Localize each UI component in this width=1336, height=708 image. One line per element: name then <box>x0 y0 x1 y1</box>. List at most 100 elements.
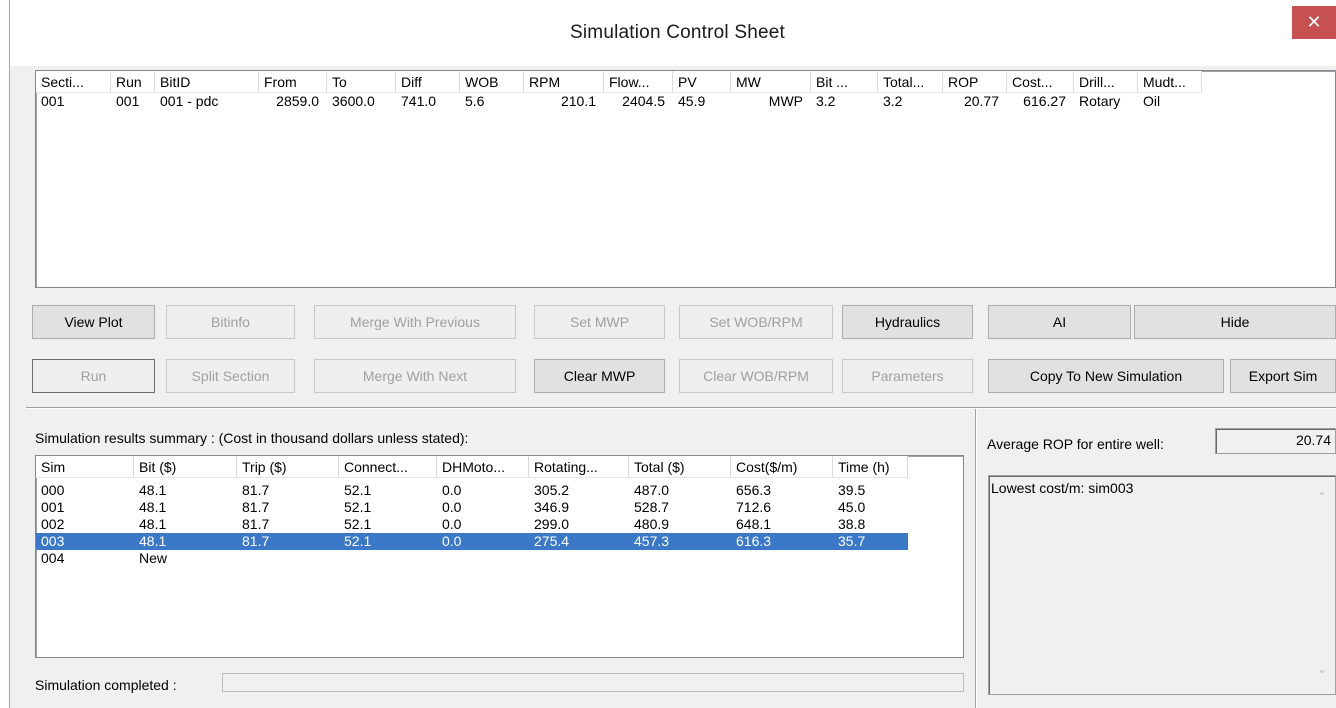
result-cell: 002 <box>41 516 65 532</box>
result-cell: 299.0 <box>534 516 570 532</box>
section-cell: 616.27 <box>1023 93 1066 109</box>
section-column-header[interactable]: Diff <box>396 71 460 93</box>
simulation-results-table[interactable]: Sim Bit ($) Trip ($) Connect... DHMoto... Rot… <box>35 455 964 658</box>
section-cell: Rotary <box>1079 93 1121 109</box>
merge-with-previous-button[interactable]: Merge With Previous <box>314 305 516 339</box>
result-column-header[interactable]: Total ($) <box>629 456 731 478</box>
result-cell: 487.0 <box>634 482 670 498</box>
results-table-header: Sim Bit ($) Trip ($) Connect... DHMoto... Rot… <box>36 456 908 478</box>
result-row[interactable]: 000 48.1 81.7 52.1 0.0 305.2 487.0 656.3 39.5 <box>36 482 908 499</box>
result-cell: 81.7 <box>242 499 270 515</box>
section-cell: 2404.5 <box>622 93 665 109</box>
result-cell: 0.0 <box>442 533 462 549</box>
section-cell: 210.1 <box>560 93 596 109</box>
result-cell: 52.1 <box>344 482 372 498</box>
result-cell: 35.7 <box>838 533 866 549</box>
result-column-header[interactable]: Bit ($) <box>134 456 237 478</box>
avg-rop-label: Average ROP for entire well: <box>987 436 1164 452</box>
sections-table[interactable]: Secti... Run BitID From To Diff WOB RPM Flow... P… <box>35 70 1336 288</box>
section-cell: 741.0 <box>401 93 437 109</box>
copy-to-new-simulation-button[interactable]: Copy To New Simulation <box>988 359 1224 393</box>
section-column-header[interactable]: Mudt... <box>1138 71 1202 93</box>
section-column-header[interactable]: BitID <box>155 71 259 93</box>
clear-wob-rpm-button[interactable]: Clear WOB/RPM <box>679 359 833 393</box>
result-cell <box>833 550 908 567</box>
result-cell: 52.1 <box>344 516 372 532</box>
section-column-header[interactable]: Flow... <box>604 71 673 93</box>
result-cell: 48.1 <box>139 482 167 498</box>
result-cell: 45.0 <box>838 499 866 515</box>
close-icon: ✕ <box>1306 12 1322 32</box>
section-cell: 45.9 <box>678 93 706 109</box>
result-row[interactable]: 001 48.1 81.7 52.1 0.0 346.9 528.7 712.6 45.0 <box>36 499 908 516</box>
result-column-header[interactable]: Rotating... <box>529 456 629 478</box>
scroll-up-icon[interactable]: ⌃ <box>1317 490 1327 504</box>
simulation-control-window: Simulation Control Sheet ✕ Secti... Run Bi… <box>9 0 1336 708</box>
result-column-header[interactable]: Time (h) <box>833 456 908 478</box>
section-cell: 5.6 <box>465 93 485 109</box>
result-cell: 81.7 <box>242 482 270 498</box>
set-mwp-button[interactable]: Set MWP <box>534 305 665 339</box>
merge-with-next-button[interactable]: Merge With Next <box>314 359 516 393</box>
result-cell <box>629 550 731 567</box>
result-row[interactable]: 003 48.1 81.7 52.1 0.0 275.4 457.3 616.3 35.7 <box>36 533 908 550</box>
section-column-header[interactable]: Run <box>111 71 155 93</box>
section-column-header[interactable]: Bit ... <box>811 71 878 93</box>
notes-memo[interactable]: Lowest cost/m: sim003 ⌃ ⌄ <box>988 475 1336 695</box>
horizontal-separator <box>26 407 1336 409</box>
section-column-header[interactable]: WOB <box>460 71 524 93</box>
split-section-button[interactable]: Split Section <box>166 359 295 393</box>
window-title: Simulation Control Sheet <box>570 22 785 43</box>
result-cell: 81.7 <box>242 533 270 549</box>
section-row[interactable]: 001 001 001 - pdc 2859.0 3600.0 741.0 5.6 210.1… <box>36 93 1202 110</box>
run-button[interactable]: Run <box>32 359 155 393</box>
section-cell: 001 <box>41 93 65 109</box>
result-row[interactable]: 004 New <box>36 550 908 567</box>
result-column-header[interactable]: Trip ($) <box>237 456 339 478</box>
result-cell <box>237 550 339 567</box>
parameters-button[interactable]: Parameters <box>842 359 973 393</box>
section-column-header[interactable]: MW <box>731 71 811 93</box>
result-cell: 712.6 <box>736 499 772 515</box>
result-cell: 305.2 <box>534 482 570 498</box>
result-cell: 48.1 <box>139 499 167 515</box>
result-column-header[interactable]: Sim <box>36 456 134 478</box>
view-plot-button[interactable]: View Plot <box>32 305 155 339</box>
section-column-header[interactable]: RPM <box>524 71 604 93</box>
export-sim-button[interactable]: Export Sim <box>1230 359 1336 393</box>
status-label: Simulation completed : <box>35 677 177 693</box>
result-cell: 0.0 <box>442 482 462 498</box>
section-cell: 3.2 <box>816 93 836 109</box>
result-cell: 39.5 <box>838 482 866 498</box>
result-cell: 003 <box>41 533 65 549</box>
result-column-header[interactable]: DHMoto... <box>437 456 529 478</box>
section-column-header[interactable]: Secti... <box>36 71 111 93</box>
result-cell: 48.1 <box>139 516 167 532</box>
clear-mwp-button[interactable]: Clear MWP <box>534 359 665 393</box>
section-column-header[interactable]: Cost... <box>1007 71 1074 93</box>
result-row[interactable]: 002 48.1 81.7 52.1 0.0 299.0 480.9 648.1 38.8 <box>36 516 908 533</box>
section-column-header[interactable]: From <box>259 71 327 93</box>
close-button[interactable]: ✕ <box>1292 6 1336 39</box>
result-cell: 0.0 <box>442 516 462 532</box>
result-cell <box>731 550 833 567</box>
section-cell: 001 - pdc <box>160 93 219 109</box>
bitinfo-button[interactable]: Bitinfo <box>166 305 295 339</box>
section-column-header[interactable]: Drill... <box>1074 71 1138 93</box>
result-column-header[interactable]: Connect... <box>339 456 437 478</box>
section-column-header[interactable]: Total... <box>878 71 943 93</box>
section-column-header[interactable]: To <box>327 71 396 93</box>
section-column-header[interactable]: ROP <box>943 71 1007 93</box>
set-wob-rpm-button[interactable]: Set WOB/RPM <box>679 305 833 339</box>
section-cell: 20.77 <box>963 93 999 109</box>
result-column-header[interactable]: Cost($/m) <box>731 456 833 478</box>
avg-rop-field: 20.74 <box>1215 428 1336 454</box>
result-cell: 52.1 <box>344 499 372 515</box>
hide-button[interactable]: Hide <box>1134 305 1336 339</box>
result-cell: New <box>139 550 168 566</box>
scroll-down-icon[interactable]: ⌄ <box>1317 662 1327 676</box>
result-cell: 457.3 <box>634 533 670 549</box>
ai-button[interactable]: AI <box>988 305 1131 339</box>
section-column-header[interactable]: PV <box>673 71 731 93</box>
hydraulics-button[interactable]: Hydraulics <box>842 305 973 339</box>
